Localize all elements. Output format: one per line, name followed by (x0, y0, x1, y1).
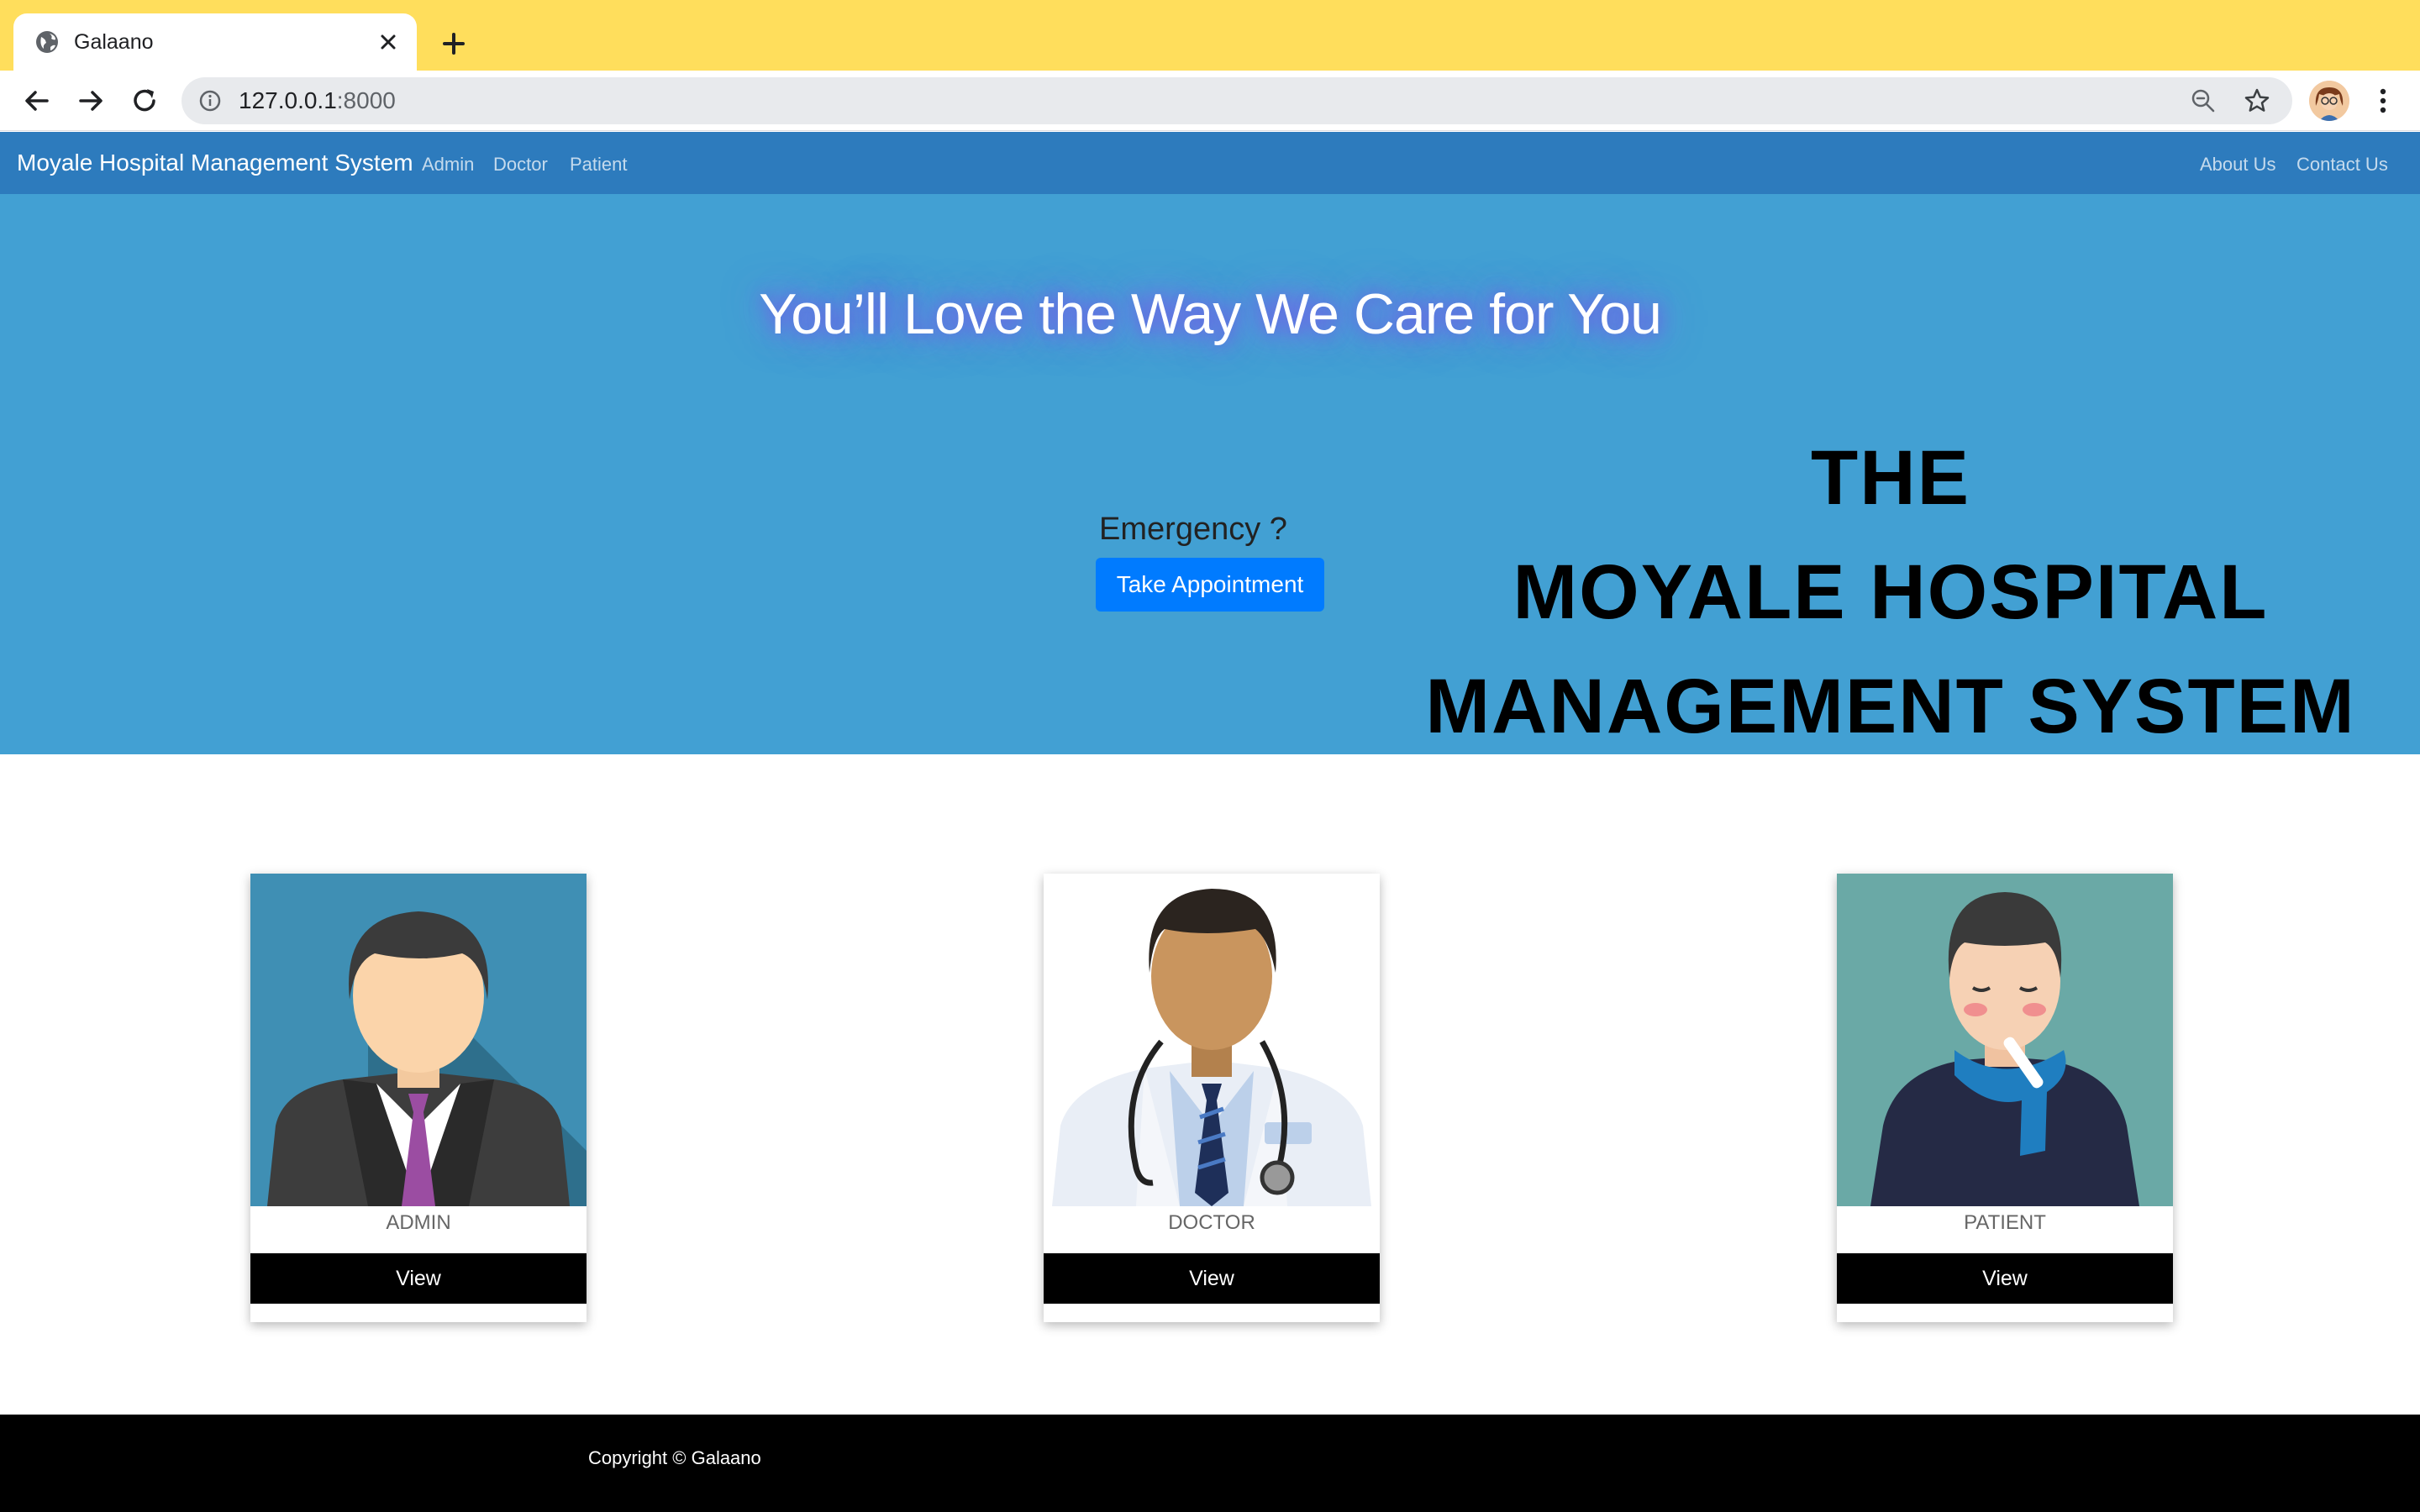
nav-link-admin[interactable]: Admin (422, 154, 474, 176)
take-appointment-button[interactable]: Take Appointment (1096, 558, 1324, 612)
close-icon[interactable] (371, 25, 405, 59)
tab-title: Galaano (74, 30, 154, 54)
url-text[interactable]: 127.0.0.1:8000 (239, 87, 396, 114)
address-bar[interactable]: 127.0.0.1:8000 (182, 77, 2292, 124)
hero-section: You’ll Love the Way We Care for You Emer… (0, 194, 2420, 754)
emergency-text: Emergency ? (1099, 512, 1287, 547)
back-arrow-icon[interactable] (17, 81, 57, 121)
plus-icon[interactable] (434, 24, 474, 64)
admin-view-button[interactable]: View (250, 1253, 587, 1304)
hero-tagline: You’ll Love the Way We Care for You (759, 282, 1662, 346)
doctor-illustration (1044, 874, 1380, 1206)
site-navbar: Moyale Hospital Management System Admin … (0, 132, 2420, 194)
profile-avatar[interactable] (2309, 81, 2349, 121)
menu-dots-icon[interactable] (2368, 81, 2398, 121)
url-host: 127.0.0.1 (239, 87, 337, 113)
nav-link-contact-us[interactable]: Contact Us (2296, 154, 2388, 176)
patient-card-label: PATIENT (1964, 1211, 2046, 1234)
browser-tabstrip: Galaano (0, 0, 2420, 71)
info-icon[interactable] (198, 89, 222, 113)
patient-view-button[interactable]: View (1837, 1253, 2173, 1304)
patient-card: PATIENT View (1837, 874, 2173, 1322)
globe-icon (36, 31, 58, 53)
browser-tab[interactable]: Galaano (13, 13, 417, 71)
admin-illustration (250, 874, 587, 1206)
zoom-icon[interactable] (2188, 86, 2218, 116)
nav-link-doctor[interactable]: Doctor (493, 154, 548, 176)
hero-title-line: MANAGEMENT SYSTEM (1425, 664, 2356, 749)
admin-card-label: ADMIN (386, 1211, 451, 1234)
star-icon[interactable] (2242, 86, 2272, 116)
forward-arrow-icon[interactable] (71, 81, 111, 121)
doctor-view-button[interactable]: View (1044, 1253, 1380, 1304)
reload-icon[interactable] (124, 81, 165, 121)
doctor-card: DOCTOR View (1044, 874, 1380, 1322)
hero-title-line: MOYALE HOSPITAL (1512, 549, 2269, 635)
nav-link-patient[interactable]: Patient (570, 154, 628, 176)
hero-title: THE MOYALE HOSPITAL MANAGEMENT SYSTEM (1412, 421, 2370, 764)
navbar-brand[interactable]: Moyale Hospital Management System (17, 149, 413, 177)
site-footer: Copyright © Galaano (0, 1415, 2420, 1512)
copyright-text: Copyright © Galaano (588, 1447, 761, 1468)
patient-illustration (1837, 874, 2173, 1206)
hero-title-line: THE (1811, 435, 1970, 521)
doctor-card-label: DOCTOR (1168, 1211, 1255, 1234)
nav-link-about-us[interactable]: About Us (2200, 154, 2276, 176)
browser-toolbar: 127.0.0.1:8000 (0, 71, 2420, 131)
admin-card: ADMIN View (250, 874, 587, 1322)
url-port: :8000 (336, 87, 396, 113)
